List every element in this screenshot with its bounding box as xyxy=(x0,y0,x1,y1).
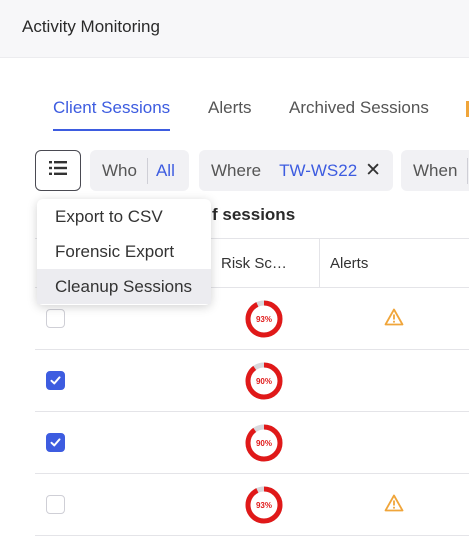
risk-score-value: 90% xyxy=(255,438,272,448)
page-title: Activity Monitoring xyxy=(22,17,160,36)
menu-item-export-csv[interactable]: Export to CSV xyxy=(37,199,211,234)
who-filter-chip[interactable]: Who All xyxy=(90,150,189,191)
warning-icon[interactable] xyxy=(384,494,404,512)
risk-score-gauge: 93% xyxy=(244,299,284,339)
app-header: Activity Monitoring xyxy=(0,0,469,58)
who-filter-label: Who xyxy=(102,160,137,180)
table-row[interactable]: 90% xyxy=(35,350,469,412)
where-filter-chip[interactable]: Where TW-WS22 ✕ xyxy=(199,150,393,191)
row-checkbox[interactable] xyxy=(46,309,65,328)
risk-score-gauge: 93% xyxy=(244,485,284,525)
list-icon xyxy=(49,161,67,180)
tab-client-sessions[interactable]: Client Sessions xyxy=(53,98,171,131)
warning-icon[interactable] xyxy=(384,308,404,326)
row-checkbox[interactable] xyxy=(46,371,65,390)
tab-alerts[interactable]: Alerts xyxy=(208,98,251,118)
tab-archived-sessions[interactable]: Archived Sessions xyxy=(289,98,429,118)
filter-bar: Who All Where TW-WS22 ✕ When xyxy=(0,150,469,192)
where-filter-value: TW-WS22 xyxy=(279,160,358,180)
column-header-risk-score[interactable]: Risk Sc… xyxy=(210,239,320,288)
tab-bar: Client Sessions Alerts Archived Sessions xyxy=(0,98,469,132)
checkmark-icon xyxy=(50,376,61,385)
row-checkbox[interactable] xyxy=(46,433,65,452)
table-row[interactable]: 93% xyxy=(35,474,469,536)
when-filter-chip[interactable]: When xyxy=(401,150,469,191)
session-count-heading: f sessions xyxy=(212,205,296,224)
risk-score-value: 93% xyxy=(255,314,272,324)
when-filter-label: When xyxy=(413,160,458,180)
chip-divider xyxy=(467,157,469,184)
row-checkbox[interactable] xyxy=(46,495,65,514)
table-row[interactable]: 90% xyxy=(35,412,469,474)
risk-score-gauge: 90% xyxy=(244,423,284,463)
menu-item-forensic-export[interactable]: Forensic Export xyxy=(37,234,211,269)
risk-score-gauge: 90% xyxy=(244,361,284,401)
who-filter-value: All xyxy=(155,160,175,180)
remove-filter-icon[interactable]: ✕ xyxy=(365,159,393,182)
table-body: 93% 90% 90% 93% xyxy=(35,288,469,536)
actions-dropdown-menu: Export to CSV Forensic Export Cleanup Se… xyxy=(37,199,211,305)
risk-score-value: 90% xyxy=(255,376,272,386)
menu-item-cleanup-sessions[interactable]: Cleanup Sessions xyxy=(37,269,211,304)
column-header-alerts[interactable]: Alerts xyxy=(319,239,469,288)
actions-menu-button[interactable] xyxy=(35,150,81,191)
risk-score-value: 93% xyxy=(255,500,272,510)
checkmark-icon xyxy=(50,438,61,447)
where-filter-label: Where xyxy=(211,160,262,180)
